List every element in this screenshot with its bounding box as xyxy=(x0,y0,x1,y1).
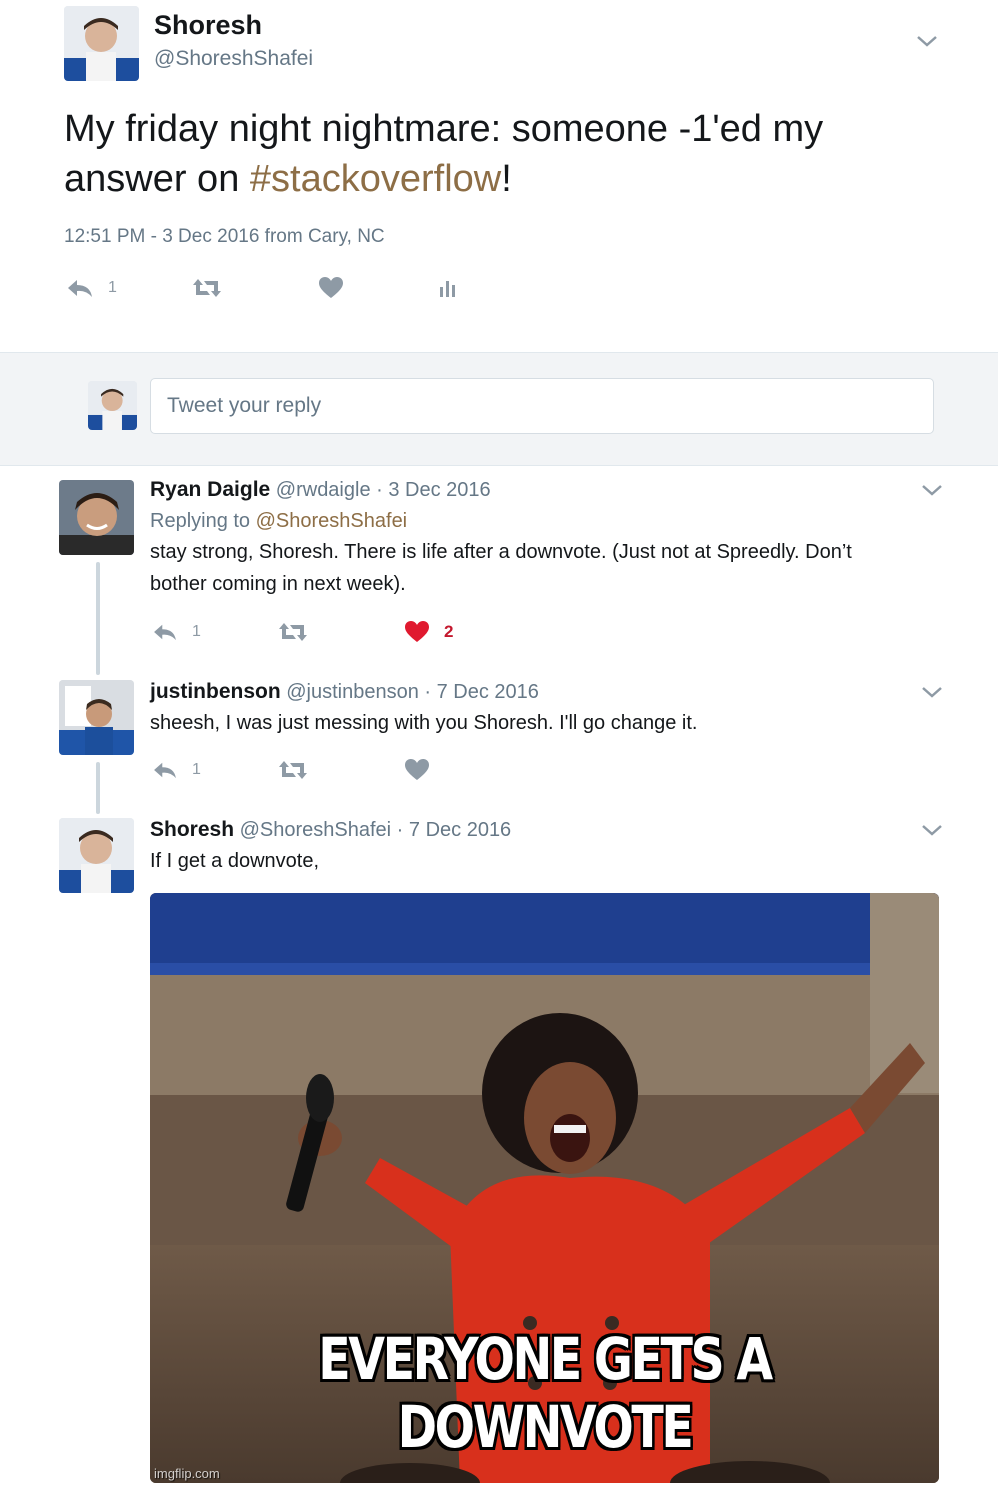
reply-author-name[interactable]: Ryan Daigle xyxy=(150,478,270,501)
author-avatar[interactable] xyxy=(64,6,139,81)
replying-to: Replying to @ShoreshShafei xyxy=(150,510,407,533)
chevron-down-icon[interactable] xyxy=(921,483,943,497)
chevron-down-icon[interactable] xyxy=(921,823,943,837)
reply-count: 1 xyxy=(192,761,201,778)
reply-date[interactable]: · 7 Dec 2016 xyxy=(397,819,512,841)
chevron-down-icon[interactable] xyxy=(916,34,938,48)
author-handle[interactable]: @ShoreshShafei xyxy=(154,47,313,71)
hashtag-link[interactable]: #stackoverflow xyxy=(250,158,501,200)
reply-header: justinbenson @justinbenson · 7 Dec 2016 xyxy=(150,680,539,704)
analytics-icon xyxy=(440,281,455,297)
tweet-meta[interactable]: 12:51 PM - 3 Dec 2016 from Cary, NC xyxy=(64,226,385,248)
reply-text-line: sheesh, I was just messing with you Shor… xyxy=(150,712,698,734)
reply-header: Ryan Daigle @rwdaigle · 3 Dec 2016 xyxy=(150,478,491,502)
retweet-button[interactable] xyxy=(192,277,318,299)
retweet-button[interactable] xyxy=(278,621,404,643)
reply-author-name[interactable]: Shoresh xyxy=(150,818,234,841)
meme-image[interactable]: EVERYONE GETS A DOWNVOTE imgflip.com xyxy=(150,893,939,1483)
reply-input[interactable] xyxy=(150,378,934,434)
reply-tweet[interactable]: justinbenson @justinbenson · 7 Dec 2016 … xyxy=(0,680,998,800)
like-button[interactable]: 2 xyxy=(404,620,453,644)
tweet-text: My friday night nightmare: someone -1'ed… xyxy=(64,104,944,204)
heart-icon xyxy=(405,759,429,780)
reply-text-line: If I get a downvote, xyxy=(150,850,319,872)
retweet-icon xyxy=(279,623,307,641)
replying-to-label: Replying to xyxy=(150,510,256,532)
retweet-icon xyxy=(193,279,221,297)
reply-button[interactable]: 1 xyxy=(66,277,192,299)
author-name[interactable]: Shoresh xyxy=(154,10,262,41)
tweet-text-end: ! xyxy=(501,158,512,200)
main-tweet: Shoresh @ShoreshShafei My friday night n… xyxy=(0,0,998,352)
like-count: 2 xyxy=(444,622,454,641)
meme-caption: EVERYONE GETS A DOWNVOTE xyxy=(318,1325,773,1461)
reply-text-line: stay strong, Shoresh. There is life afte… xyxy=(150,541,852,563)
reply-date[interactable]: · 3 Dec 2016 xyxy=(376,479,491,501)
reply-icon xyxy=(154,762,176,779)
tweet-actions: 1 xyxy=(66,276,460,300)
retweet-button[interactable] xyxy=(278,759,404,781)
reply-text-line: bother coming in next week). xyxy=(150,573,406,595)
reply-icon xyxy=(68,280,92,297)
like-button[interactable] xyxy=(404,758,430,782)
reply-header: Shoresh @ShoreshShafei · 7 Dec 2016 xyxy=(150,818,511,842)
reply-button[interactable]: 1 xyxy=(152,760,278,780)
reply-button[interactable]: 1 xyxy=(152,622,278,642)
reply-author-name[interactable]: justinbenson xyxy=(150,680,281,703)
heart-icon xyxy=(405,621,429,642)
reply-author-handle[interactable]: @justinbenson xyxy=(286,681,419,703)
reply-avatar[interactable] xyxy=(59,480,134,555)
reply-avatar[interactable] xyxy=(59,680,134,755)
reply-icon xyxy=(154,624,176,641)
reply-compose xyxy=(0,352,998,466)
reply-date[interactable]: · 7 Dec 2016 xyxy=(424,681,539,703)
mention-link[interactable]: @ShoreshShafei xyxy=(256,510,408,532)
retweet-icon xyxy=(279,761,307,779)
reply-count: 1 xyxy=(192,623,201,640)
like-button[interactable] xyxy=(318,276,438,300)
analytics-button[interactable] xyxy=(438,277,460,299)
chevron-down-icon[interactable] xyxy=(921,685,943,699)
reply-count: 1 xyxy=(108,279,117,296)
reply-actions: 1 2 xyxy=(152,620,453,644)
reply-author-handle[interactable]: @ShoreshShafei xyxy=(240,819,392,841)
heart-icon xyxy=(319,277,343,298)
current-user-avatar xyxy=(88,381,137,430)
meme-watermark: imgflip.com xyxy=(154,1466,220,1481)
reply-actions: 1 xyxy=(152,758,430,782)
reply-avatar[interactable] xyxy=(59,818,134,893)
reply-author-handle[interactable]: @rwdaigle xyxy=(276,479,371,501)
reply-tweet[interactable]: Ryan Daigle @rwdaigle · 3 Dec 2016 Reply… xyxy=(0,478,998,668)
